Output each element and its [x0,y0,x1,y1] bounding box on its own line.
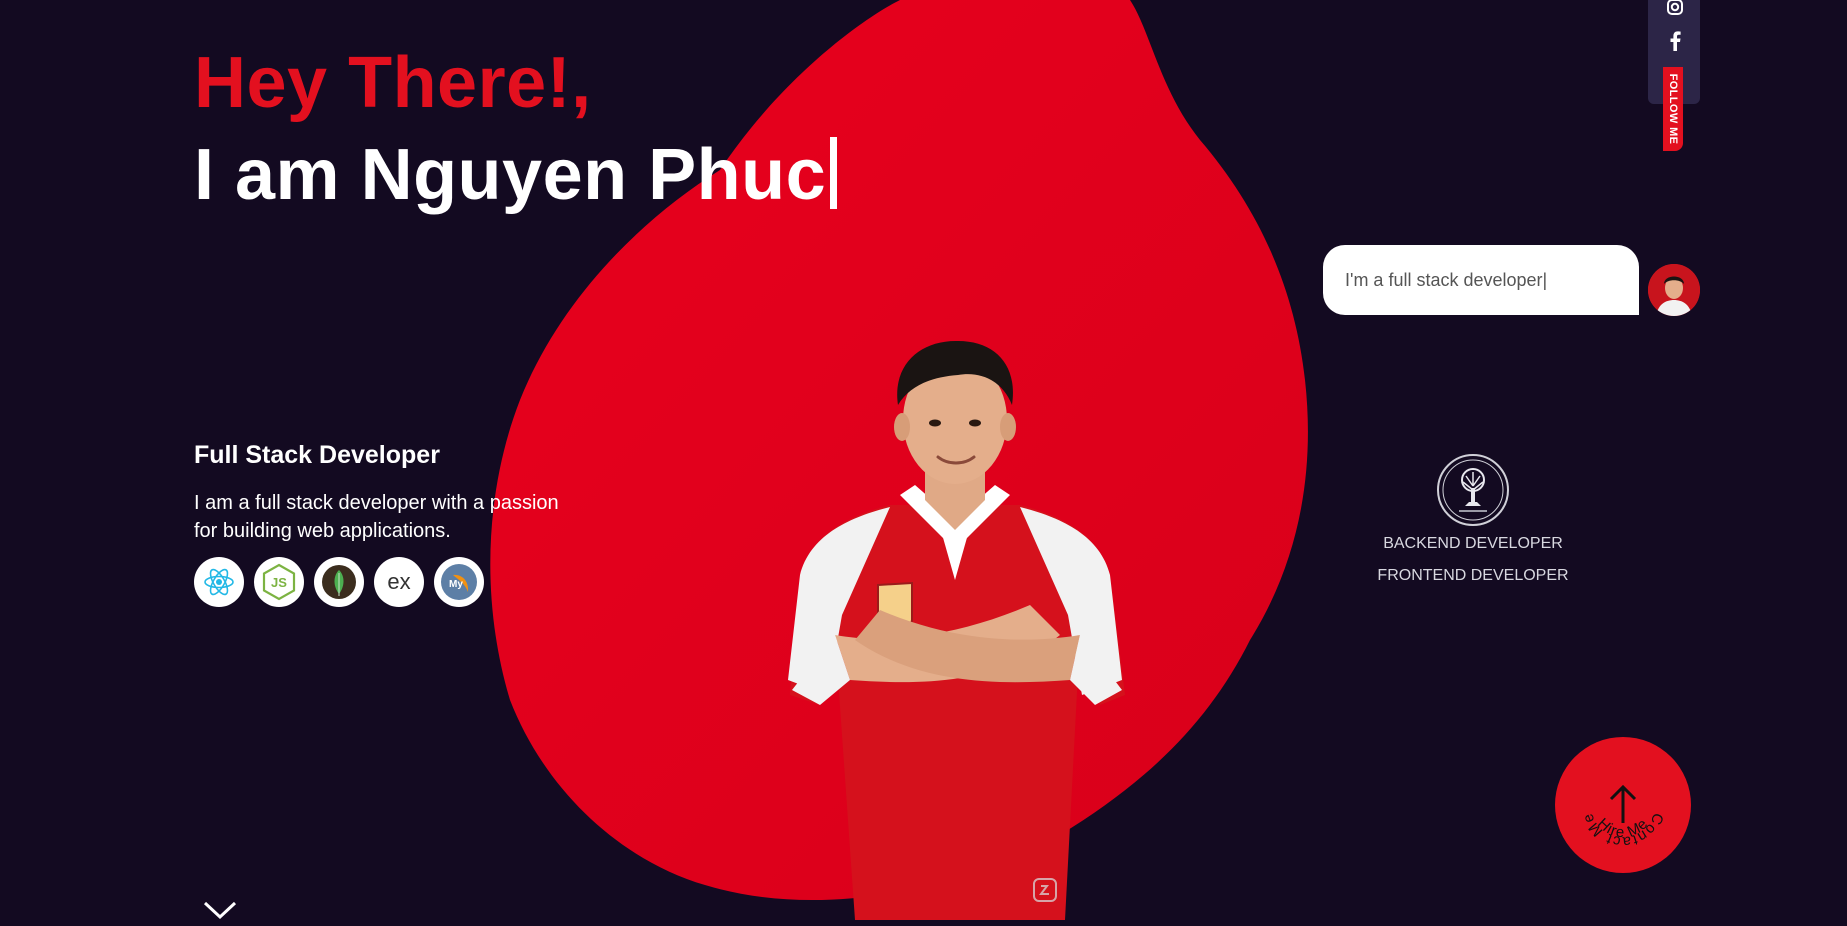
chevron-down-icon[interactable] [202,898,238,922]
watermark-icon [1033,878,1057,902]
name-heading: I am Nguyen Phuc [194,134,838,216]
chat-bubble: I'm a full stack developer| [1323,245,1639,315]
facebook-icon[interactable] [1664,30,1686,52]
mysql-icon-label: My [449,579,463,590]
chat-message: I'm a full stack developer| [1345,269,1548,290]
javascript-icon-label: JS [271,575,287,590]
greeting-heading: Hey There!, [194,43,592,123]
intro-title: Full Stack Developer [194,441,440,469]
name-text: I am Nguyen Phuc [194,135,827,215]
tree-logo [1437,454,1509,526]
typing-cursor [830,137,838,209]
hire-me-button[interactable]: Contact Me Hire Me [1555,737,1691,873]
tech-stack-list: JS ex My [194,557,484,607]
intro-description: I am a full stack developer with a passi… [194,492,559,542]
avatar [1648,264,1700,316]
react-icon [194,557,244,607]
follow-me-tab[interactable]: FOLLOW ME [1663,67,1683,151]
mysql-icon: My [434,557,484,607]
mongodb-icon [314,557,364,607]
express-icon-label: ex [387,569,410,594]
frontend-role-label: FRONTEND DEVELOPER [1377,567,1569,584]
backend-role-label: BACKEND DEVELOPER [1383,535,1563,552]
express-icon: ex [374,557,424,607]
arrow-up-icon [1609,784,1637,823]
javascript-icon: JS [254,557,304,607]
instagram-icon[interactable] [1664,0,1686,18]
profile-photo [788,340,1125,920]
follow-me-label: FOLLOW ME [1667,73,1679,145]
